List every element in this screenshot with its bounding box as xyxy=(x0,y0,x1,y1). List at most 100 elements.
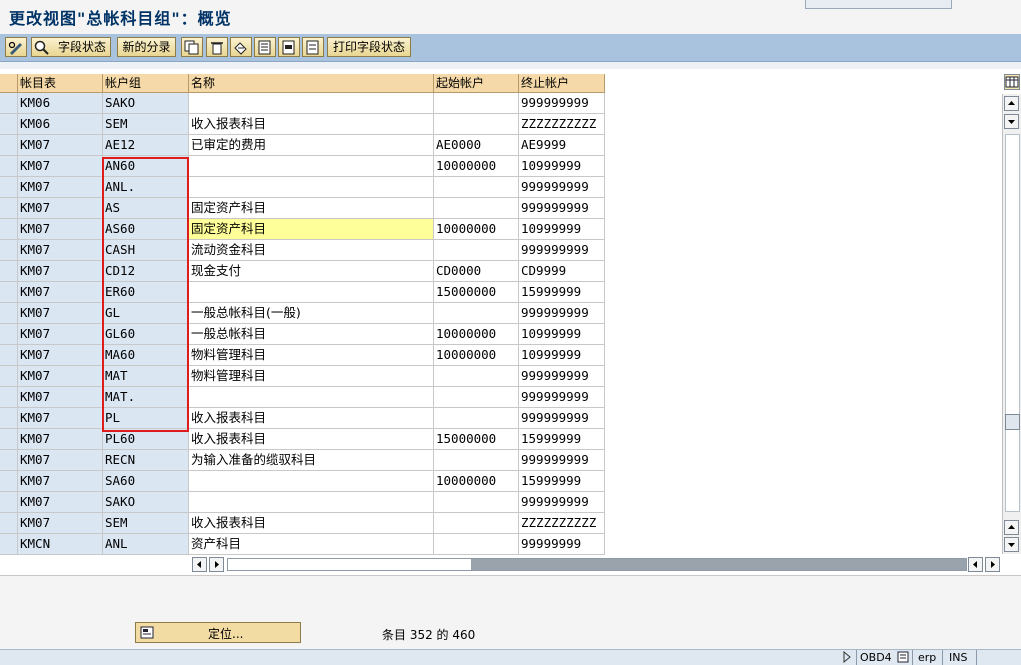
delete-button[interactable] xyxy=(206,37,228,57)
table-row[interactable]: KM06 SEM 收入报表科目 ZZZZZZZZZZ xyxy=(0,114,605,135)
table-row[interactable]: KM07 AS 固定资产科目 999999999 xyxy=(0,198,605,219)
cell-to[interactable]: 15999999 xyxy=(519,282,605,303)
cell-to[interactable]: 10999999 xyxy=(519,345,605,366)
cell-to[interactable]: 15999999 xyxy=(519,471,605,492)
row-selector[interactable] xyxy=(0,198,18,219)
cell-from[interactable]: AE0000 xyxy=(434,135,519,156)
cell-name[interactable]: 收入报表科目 xyxy=(189,513,434,534)
scroll-down-small-button[interactable] xyxy=(1004,114,1019,129)
cell-to[interactable]: 999999999 xyxy=(519,93,605,114)
cell-from[interactable] xyxy=(434,513,519,534)
row-selector[interactable] xyxy=(0,366,18,387)
row-selector[interactable] xyxy=(0,408,18,429)
cell-from[interactable]: 15000000 xyxy=(434,282,519,303)
cell-from[interactable]: 15000000 xyxy=(434,429,519,450)
scroll-left-button[interactable] xyxy=(192,557,207,572)
row-selector[interactable] xyxy=(0,219,18,240)
cell-name[interactable]: 物料管理科目 xyxy=(189,366,434,387)
table-row[interactable]: KM07 AN60 10000000 10999999 xyxy=(0,156,605,177)
scroll-down-button[interactable] xyxy=(1004,537,1019,552)
window-controls[interactable] xyxy=(805,0,952,9)
cell-from[interactable] xyxy=(434,387,519,408)
table-row[interactable]: KM07 GL 一般总帐科目(一般) 999999999 xyxy=(0,303,605,324)
cell-name[interactable] xyxy=(189,282,434,303)
cell-to[interactable]: 999999999 xyxy=(519,387,605,408)
field-status-button[interactable]: 字段状态 xyxy=(31,37,111,57)
table-row[interactable]: KM07 SEM 收入报表科目 ZZZZZZZZZZ xyxy=(0,513,605,534)
cell-from[interactable] xyxy=(434,198,519,219)
table-row[interactable]: KM07 MAT. 999999999 xyxy=(0,387,605,408)
deselect-all-button[interactable] xyxy=(302,37,324,57)
column-header-to[interactable]: 终止帐户 xyxy=(519,74,605,93)
cell-name[interactable] xyxy=(189,156,434,177)
cell-to[interactable]: 999999999 xyxy=(519,408,605,429)
cell-to[interactable]: 999999999 xyxy=(519,450,605,471)
undo-change-button[interactable] xyxy=(230,37,252,57)
cell-to[interactable]: 999999999 xyxy=(519,366,605,387)
cell-name[interactable]: 一般总帐科目(一般) xyxy=(189,303,434,324)
cell-from[interactable] xyxy=(434,93,519,114)
cell-name[interactable]: 现金支付 xyxy=(189,261,434,282)
cell-to[interactable]: 10999999 xyxy=(519,219,605,240)
copy-button[interactable] xyxy=(181,37,203,57)
cell-to[interactable]: CD9999 xyxy=(519,261,605,282)
row-selector[interactable] xyxy=(0,177,18,198)
table-row[interactable]: KM07 AE12 已审定的费用 AE0000 AE9999 xyxy=(0,135,605,156)
row-selector[interactable] xyxy=(0,240,18,261)
row-selector[interactable] xyxy=(0,492,18,513)
cell-from[interactable] xyxy=(434,450,519,471)
cell-name[interactable] xyxy=(189,93,434,114)
row-selector[interactable] xyxy=(0,135,18,156)
table-row[interactable]: KM07 CD12 现金支付 CD0000 CD9999 xyxy=(0,261,605,282)
cell-to[interactable]: AE9999 xyxy=(519,135,605,156)
cell-from[interactable]: 10000000 xyxy=(434,345,519,366)
cell-name[interactable]: 一般总帐科目 xyxy=(189,324,434,345)
cell-from[interactable] xyxy=(434,177,519,198)
cell-from[interactable] xyxy=(434,534,519,555)
print-field-status-button[interactable]: 打印字段状态 xyxy=(327,37,411,57)
horizontal-scrollbar[interactable] xyxy=(190,556,1002,573)
table-row[interactable]: KM07 PL60 收入报表科目 15000000 15999999 xyxy=(0,429,605,450)
locate-button[interactable]: 定位... xyxy=(135,622,301,643)
hscroll-thumb[interactable] xyxy=(471,559,966,570)
cell-to[interactable]: 999999999 xyxy=(519,303,605,324)
cell-name[interactable]: 收入报表科目 xyxy=(189,429,434,450)
scroll-left-end-button[interactable] xyxy=(968,557,983,572)
table-row[interactable]: KM07 CASH 流动资金科目 999999999 xyxy=(0,240,605,261)
row-selector[interactable] xyxy=(0,345,18,366)
cell-name[interactable]: 固定资产科目 xyxy=(189,198,434,219)
expand-status-icon[interactable] xyxy=(842,651,852,663)
cell-name[interactable] xyxy=(189,471,434,492)
row-selector[interactable] xyxy=(0,93,18,114)
cell-name[interactable]: 资产科目 xyxy=(189,534,434,555)
scroll-thumb[interactable] xyxy=(1005,414,1020,430)
scroll-up-bottom-button[interactable] xyxy=(1004,520,1019,535)
cell-name[interactable]: 固定资产科目 xyxy=(189,219,434,240)
select-block-button[interactable] xyxy=(278,37,300,57)
cell-name[interactable] xyxy=(189,177,434,198)
column-header-chart[interactable]: 帐目表 xyxy=(18,74,103,93)
cell-from[interactable] xyxy=(434,492,519,513)
scroll-right-button[interactable] xyxy=(985,557,1000,572)
table-row[interactable]: KM07 ANL. 999999999 xyxy=(0,177,605,198)
scroll-right-small-button[interactable] xyxy=(209,557,224,572)
cell-name[interactable] xyxy=(189,492,434,513)
row-selector[interactable] xyxy=(0,282,18,303)
cell-name[interactable] xyxy=(189,387,434,408)
row-selector[interactable] xyxy=(0,114,18,135)
table-row[interactable]: KM06 SAKO 999999999 xyxy=(0,93,605,114)
row-selector[interactable] xyxy=(0,429,18,450)
scroll-track[interactable] xyxy=(1005,134,1020,512)
cell-from[interactable]: 10000000 xyxy=(434,156,519,177)
cell-to[interactable]: 999999999 xyxy=(519,492,605,513)
cell-from[interactable] xyxy=(434,114,519,135)
table-row[interactable]: KM07 MAT 物料管理科目 999999999 xyxy=(0,366,605,387)
cell-name[interactable]: 已审定的费用 xyxy=(189,135,434,156)
cell-from[interactable] xyxy=(434,303,519,324)
table-row[interactable]: KM07 RECN 为输入准备的缆驭科目 999999999 xyxy=(0,450,605,471)
cell-from[interactable] xyxy=(434,240,519,261)
cell-to[interactable]: 999999999 xyxy=(519,240,605,261)
row-selector[interactable] xyxy=(0,387,18,408)
row-selector[interactable] xyxy=(0,534,18,555)
cell-name[interactable]: 流动资金科目 xyxy=(189,240,434,261)
